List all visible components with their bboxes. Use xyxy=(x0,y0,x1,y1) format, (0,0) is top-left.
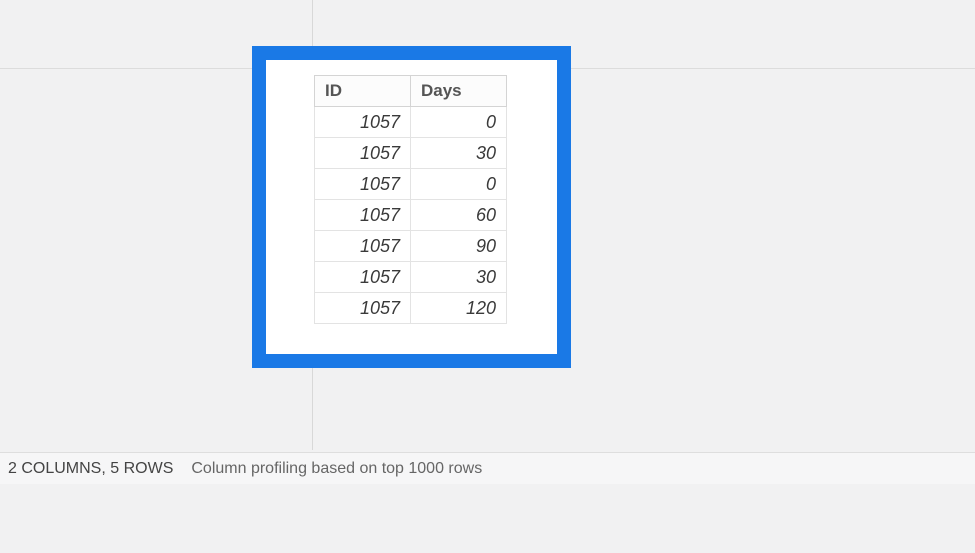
cell-days: 30 xyxy=(411,262,507,293)
cell-id: 1057 xyxy=(315,293,411,324)
cell-days: 30 xyxy=(411,138,507,169)
cell-id: 1057 xyxy=(315,262,411,293)
status-counts: 2 COLUMNS, 5 ROWS xyxy=(8,460,173,478)
table-highlight-frame: ID Days 1057 0 1057 30 1057 0 1057 60 10 xyxy=(252,46,571,368)
data-preview-table[interactable]: ID Days 1057 0 1057 30 1057 0 1057 60 10 xyxy=(314,75,507,324)
column-header-days[interactable]: Days xyxy=(411,76,507,107)
cell-days: 60 xyxy=(411,200,507,231)
table-row[interactable]: 1057 60 xyxy=(315,200,507,231)
table-row[interactable]: 1057 30 xyxy=(315,262,507,293)
cell-days: 120 xyxy=(411,293,507,324)
cell-days: 90 xyxy=(411,231,507,262)
cell-id: 1057 xyxy=(315,231,411,262)
cell-id: 1057 xyxy=(315,107,411,138)
table-row[interactable]: 1057 90 xyxy=(315,231,507,262)
status-bar: 2 COLUMNS, 5 ROWS Column profiling based… xyxy=(0,452,975,484)
cell-id: 1057 xyxy=(315,169,411,200)
cell-days: 0 xyxy=(411,169,507,200)
table-row[interactable]: 1057 0 xyxy=(315,169,507,200)
cell-id: 1057 xyxy=(315,138,411,169)
column-header-id[interactable]: ID xyxy=(315,76,411,107)
table-row[interactable]: 1057 120 xyxy=(315,293,507,324)
table-row[interactable]: 1057 30 xyxy=(315,138,507,169)
table-row[interactable]: 1057 0 xyxy=(315,107,507,138)
status-profiling: Column profiling based on top 1000 rows xyxy=(191,460,482,478)
cell-days: 0 xyxy=(411,107,507,138)
cell-id: 1057 xyxy=(315,200,411,231)
